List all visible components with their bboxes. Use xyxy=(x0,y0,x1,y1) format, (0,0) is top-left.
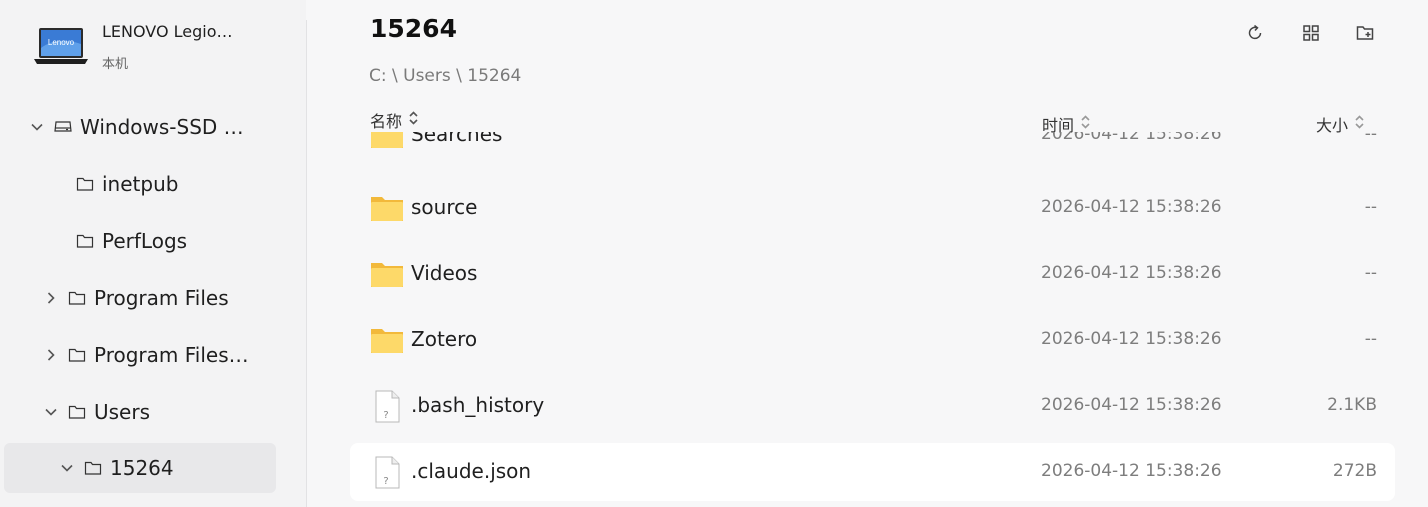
file-row[interactable]: Searches 2026-04-12 15:38:26 -- xyxy=(350,132,1395,164)
breadcrumb[interactable]: C: \ Users \ 15264 xyxy=(369,66,521,86)
sidebar-item-label: Windows-SSD … xyxy=(80,115,244,139)
file-size: -- xyxy=(1364,263,1377,283)
sidebar-item-inetpub[interactable]: inetpub xyxy=(76,159,178,209)
file-row[interactable]: Videos 2026-04-12 15:38:26 -- xyxy=(350,245,1395,303)
folder-icon xyxy=(371,329,403,353)
chevron-down-icon[interactable] xyxy=(40,401,62,423)
sidebar-item-perflogs[interactable]: PerfLogs xyxy=(76,216,187,266)
file-row[interactable]: Zotero 2026-04-12 15:38:26 -- xyxy=(350,311,1395,369)
new-folder-button[interactable] xyxy=(1352,20,1378,46)
sidebar-item-users[interactable]: Users xyxy=(40,387,150,437)
file-size: -- xyxy=(1364,329,1377,349)
chevron-down-icon[interactable] xyxy=(56,457,78,479)
page-title: 15264 xyxy=(370,14,457,43)
unknown-file-icon: ? xyxy=(375,390,400,423)
file-row-selected[interactable]: ? .claude.json 2026-04-12 15:38:26 272B xyxy=(350,443,1395,501)
laptop-icon: Lenovo xyxy=(34,28,88,64)
sort-icon xyxy=(1354,114,1365,134)
file-time: 2026-04-12 15:38:26 xyxy=(1041,461,1222,481)
folder-icon xyxy=(68,290,86,306)
sidebar-item-label: Program Files… xyxy=(94,343,249,367)
file-name: .bash_history xyxy=(411,393,545,417)
device-subtitle: 本机 xyxy=(102,57,129,72)
svg-text:?: ? xyxy=(383,476,388,487)
file-name: Zotero xyxy=(411,327,478,351)
device-name: LENOVO Legio… xyxy=(102,22,233,41)
file-time: 2026-04-12 15:38:26 xyxy=(1041,395,1222,415)
laptop-logo-text: Lenovo xyxy=(48,38,75,47)
sidebar-item-label: Users xyxy=(94,400,151,424)
folder-icon xyxy=(68,347,86,363)
device-header[interactable]: Lenovo LENOVO Legio… 本机 xyxy=(30,18,280,74)
folder-icon xyxy=(371,132,403,148)
file-row[interactable]: ? .bash_history 2026-04-12 15:38:26 2.1K… xyxy=(350,377,1395,435)
sidebar-item-label: Program Files xyxy=(94,286,229,310)
folder-icon xyxy=(84,460,102,476)
chevron-down-icon[interactable] xyxy=(26,116,48,138)
column-header-name[interactable]: 名称 xyxy=(370,108,419,132)
column-name-label: 名称 xyxy=(370,112,403,131)
sidebar-item-label: inetpub xyxy=(102,172,179,196)
refresh-icon xyxy=(1248,24,1262,40)
file-time: 2026-04-12 15:38:26 xyxy=(1041,263,1222,283)
file-size: 2.1KB xyxy=(1327,395,1377,415)
sidebar-item-label: PerfLogs xyxy=(102,229,188,253)
file-name: source xyxy=(411,195,478,219)
file-row[interactable]: source 2026-04-12 15:38:26 -- xyxy=(350,179,1395,237)
sidebar-item-15264[interactable]: 15264 xyxy=(4,443,276,493)
sort-icon xyxy=(1080,114,1091,134)
file-name: Videos xyxy=(411,261,478,285)
file-name: Searches xyxy=(411,132,503,146)
folder-icon xyxy=(371,197,403,221)
file-time: 2026-04-12 15:38:26 xyxy=(1041,132,1222,144)
sidebar-item-label: 15264 xyxy=(110,456,174,480)
chevron-right-icon[interactable] xyxy=(40,287,62,309)
new-folder-icon xyxy=(1356,26,1374,40)
sidebar: Lenovo LENOVO Legio… 本机 Windows-SSD … in… xyxy=(0,0,306,507)
chevron-right-icon[interactable] xyxy=(40,344,62,366)
sidebar-item-program-files[interactable]: Program Files xyxy=(40,273,229,323)
sidebar-divider xyxy=(306,20,307,507)
folder-icon xyxy=(68,404,86,420)
file-size: -- xyxy=(1364,197,1377,217)
grid-view-button[interactable] xyxy=(1298,20,1324,46)
refresh-button[interactable] xyxy=(1242,20,1268,46)
drive-icon xyxy=(54,119,72,135)
file-time: 2026-04-12 15:38:26 xyxy=(1041,197,1222,217)
folder-icon xyxy=(76,233,94,249)
sort-icon xyxy=(408,110,419,130)
svg-text:?: ? xyxy=(383,410,388,421)
grid-view-icon xyxy=(1303,25,1319,41)
folder-icon xyxy=(371,263,403,287)
file-size: -- xyxy=(1364,132,1377,144)
sidebar-item-program-files-x86[interactable]: Program Files… xyxy=(40,330,249,380)
sidebar-item-windows-ssd[interactable]: Windows-SSD … xyxy=(26,102,244,152)
file-time: 2026-04-12 15:38:26 xyxy=(1041,329,1222,349)
folder-icon xyxy=(76,176,94,192)
file-size: 272B xyxy=(1332,461,1377,481)
unknown-file-icon: ? xyxy=(375,456,400,489)
file-list: Searches 2026-04-12 15:38:26 -- source 2… xyxy=(350,132,1395,507)
file-name: .claude.json xyxy=(411,459,532,483)
